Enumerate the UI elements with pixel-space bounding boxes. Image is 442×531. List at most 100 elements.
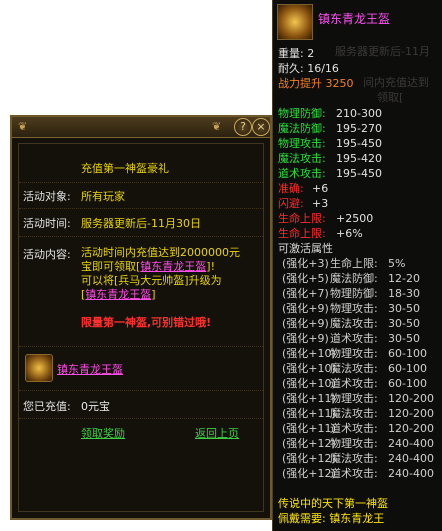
enchant-level: (强化+9) [282,332,329,345]
stat-label: 物理防御: [278,107,326,120]
hp-pct-row: 生命上限: +6% [278,226,363,241]
content-line-2-prefix: 宝即可领取[ [81,260,141,273]
enchant-row: (强化+10)魔法攻击: 60-100 [282,361,427,376]
enchant-level: (强化+9) [282,317,329,330]
enchant-stat: 道术攻击: [330,332,378,345]
activatable-label: 可激活属性 [278,242,333,255]
recharged-row: 您已充值: 0元宝 [19,390,263,417]
hp-value: +2500 [336,212,374,225]
enchant-level: (强化+9) [282,302,329,315]
enchant-row: (强化+5)魔法防御: 12-20 [282,271,420,286]
enchant-stat: 物理攻击: [330,302,378,315]
enchant-level: (强化+11) [282,392,336,405]
content-warning: 限量第一神盔,可别错过哦! [81,316,212,329]
enchant-row: (强化+12)魔法攻击: 240-400 [282,451,434,466]
help-button[interactable]: ? [234,118,252,136]
stat-value: 195-270 [336,122,382,135]
hp-pct-label: 生命上限: [278,227,326,240]
durability-row: 耐久: 16/16 [278,61,339,76]
content-line-1: 活动时间内充值达到2000000元 [81,246,240,259]
enchant-stat: 生命上限: [330,257,378,270]
enchant-row: (强化+11)魔法攻击: 120-200 [282,406,434,421]
content-line-2-suffix: ]! [206,260,215,273]
durability-label: 耐久: [278,62,304,75]
enchant-stat: 道术攻击: [330,377,378,390]
enchant-stat: 道术攻击: [330,467,378,480]
enchant-stat: 物理攻击: [330,347,378,360]
agility-value: +3 [312,197,329,210]
stat-label: 魔法防御: [278,122,326,135]
enchant-value: 12-20 [388,272,420,285]
weight-value: 2 [307,47,315,60]
stat-value: 195-420 [336,152,382,165]
enchant-row: (强化+11)物理攻击: 120-200 [282,391,434,406]
enchant-row: (强化+12)道术攻击: 240-400 [282,466,434,481]
hp-label: 生命上限: [278,212,326,225]
stat-row: 魔法攻击: 195-420 [278,151,382,166]
helmet-item-icon[interactable] [25,354,53,382]
event-title: 充值第一神盔豪礼 [81,162,169,175]
enchant-value: 30-50 [388,302,420,315]
enchant-level: (强化+10) [282,347,336,360]
enchant-row: (强化+10)物理攻击: 60-100 [282,346,427,361]
stat-row: 物理攻击: 195-450 [278,136,382,151]
agility-label: 闪避: [278,197,304,210]
enchant-stat: 魔法攻击: [330,452,378,465]
enchant-row: (强化+7)物理防御: 18-30 [282,286,420,301]
enchant-stat: 道术攻击: [330,422,378,435]
enchant-value: 240-400 [388,452,434,465]
enchant-value: 240-400 [388,467,434,480]
power-value: 3250 [325,77,354,90]
tooltip-flavor-text: 传说中的天下第一神盔 [278,497,388,510]
actions-row: 领取奖励 返回上页 [19,418,263,445]
time-value: 服务器更新后-11月30日 [81,217,201,230]
enchant-row: (强化+11)道术攻击: 120-200 [282,421,434,436]
enchant-stat: 物理攻击: [330,392,378,405]
enchant-level: (强化+10) [282,377,336,390]
agility-row: 闪避: +3 [278,196,328,211]
stat-label: 物理攻击: [278,137,326,150]
enchant-value: 120-200 [388,422,434,435]
enchant-row: (强化+9)物理攻击: 30-50 [282,301,420,316]
panel-header: ❦ ❦ ? × [12,117,270,138]
helmet-icon [277,4,313,40]
recharged-value: 0元宝 [81,400,110,413]
enchant-level: (强化+7) [282,287,329,300]
power-row: 战力提升 3250 [278,76,354,91]
content-text: 活动时间内充值达到2000000元 宝即可领取[镇东青龙王盔]! 可以将[兵马大… [81,246,240,330]
stat-row: 魔法防御: 195-270 [278,121,382,136]
enchant-level: (强化+12) [282,452,336,465]
enchant-row: (强化+3)生命上限: 5% [282,256,405,271]
claim-reward-button[interactable]: 领取奖励 [81,425,125,441]
reward-item-link[interactable]: 镇东青龙王盔 [57,361,123,377]
time-label: 活动时间: [23,217,71,230]
hp-row: 生命上限: +2500 [278,211,373,226]
enchant-level: (强化+3) [282,257,329,270]
stat-row: 物理防御: 210-300 [278,106,382,121]
stat-row: 道术攻击: 195-450 [278,166,382,181]
enchant-row: (强化+9)魔法攻击: 30-50 [282,316,420,331]
weight-row: 重量: 2 [278,46,314,61]
target-value: 所有玩家 [81,190,125,203]
enchant-value: 18-30 [388,287,420,300]
enchant-level: (强化+11) [282,407,336,420]
enchant-stat: 物理攻击: [330,437,378,450]
time-row: 活动时间: 服务器更新后-11月30日 [19,208,263,235]
content-item-link-2[interactable]: 镇东青龙王盔 [85,288,151,301]
faded-text-3: 领取[ [377,91,404,104]
back-button[interactable]: 返回上页 [195,425,239,441]
stat-value: 210-300 [336,107,382,120]
enchant-value: 240-400 [388,437,434,450]
content-line-4-suffix: ] [151,288,156,301]
enchant-level: (强化+10) [282,362,336,375]
enchant-level: (强化+12) [282,467,336,480]
weight-label: 重量: [278,47,304,60]
content-item-link-1[interactable]: 镇东青龙王盔 [140,260,206,273]
content-line-2: 宝即可领取[镇东青龙王盔]! [81,260,240,274]
enchant-level: (强化+5) [282,272,329,285]
recharged-label: 您已充值: [23,400,71,413]
accuracy-value: +6 [312,182,329,195]
power-label: 战力提升 [278,77,322,90]
close-button[interactable]: × [252,118,270,136]
enchant-stat: 物理防御: [330,287,378,300]
